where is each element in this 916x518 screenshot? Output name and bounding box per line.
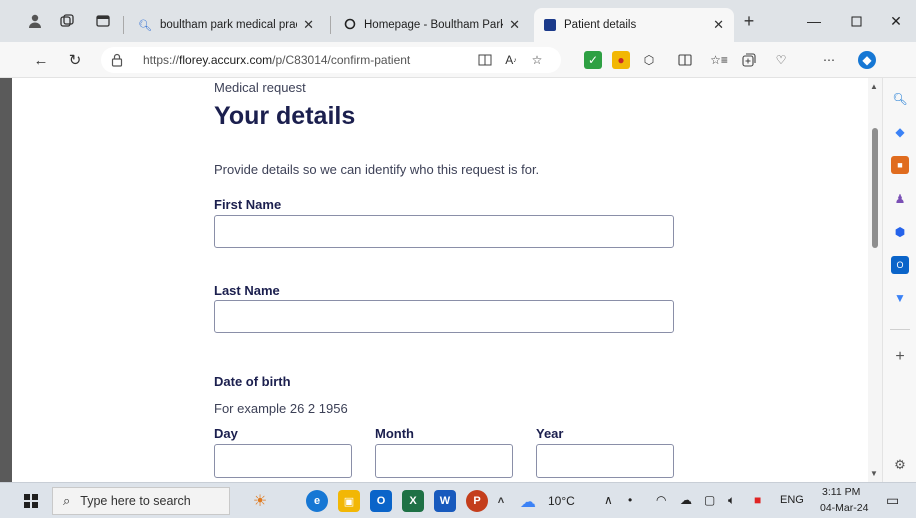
tab-search-results[interactable]: 🔍︎ boultham park medical practice ✕: [128, 8, 324, 42]
year-label: Year: [536, 426, 564, 441]
immersive-reader-icon[interactable]: [476, 51, 494, 69]
browser-toolbar: ← ↻ https://florey.accurx.com/p/C83014/c…: [0, 42, 916, 78]
windows-taskbar: ⌕ Type here to search ☀︎ e ▣ O X W P ˄ ☁…: [0, 482, 916, 518]
sidebar-separator: [890, 329, 910, 330]
powerpoint-icon[interactable]: P: [466, 490, 488, 512]
wifi-icon[interactable]: ◠: [656, 493, 666, 507]
last-name-label: Last Name: [214, 283, 280, 298]
date-of-birth-hint: For example 26 2 1956: [214, 401, 348, 416]
copilot-icon[interactable]: ◆: [858, 51, 876, 69]
sidebar-games-icon[interactable]: ♟: [891, 190, 909, 208]
scroll-thumb[interactable]: [872, 128, 878, 248]
month-label: Month: [375, 426, 414, 441]
edge-sidebar: 🔍︎ ◆ ■ ♟ ⬢ O ▼ + ⚙: [882, 78, 916, 482]
sidebar-add-icon[interactable]: +: [891, 348, 909, 366]
sidebar-shopping-tag-icon[interactable]: ◆: [891, 123, 909, 141]
input-language[interactable]: ENG: [780, 494, 804, 506]
refresh-icon[interactable]: ↻: [64, 50, 86, 70]
lock-icon: [111, 53, 123, 67]
tab-title: Patient details: [564, 19, 637, 31]
new-tab-icon[interactable]: +: [740, 11, 758, 31]
tab-homepage[interactable]: Homepage - Boultham Park Med ✕: [334, 8, 530, 42]
workspaces-icon[interactable]: [58, 12, 76, 30]
search-icon: 🔍︎: [138, 19, 152, 32]
tab-title: boultham park medical practice: [159, 19, 297, 31]
intro-text: Provide details so we can identify who t…: [214, 162, 540, 177]
notifications-icon[interactable]: ▭: [886, 492, 899, 509]
onedrive-cloud-icon[interactable]: ☁: [680, 493, 692, 507]
page-content: Medical request Your details Provide det…: [12, 78, 868, 482]
windows-start-icon[interactable]: [24, 494, 38, 508]
taskbar-search-placeholder: Type here to search: [80, 494, 191, 508]
url-text: https://florey.accurx.com/p/C83014/confi…: [143, 53, 411, 67]
sidebar-microsoft365-icon[interactable]: ⬢: [891, 223, 909, 241]
day-label: Day: [214, 426, 238, 441]
split-screen-icon[interactable]: [676, 51, 694, 69]
read-aloud-icon[interactable]: A ♪: [502, 51, 520, 69]
weather-temperature[interactable]: 10°C: [548, 494, 575, 508]
close-icon[interactable]: ✕: [713, 17, 724, 33]
page-eyebrow: Medical request: [214, 80, 306, 95]
first-name-label: First Name: [214, 197, 282, 212]
year-input[interactable]: [536, 444, 674, 478]
page-scrollbar[interactable]: ▲ ▼: [868, 78, 882, 482]
tab-separator: [330, 16, 331, 34]
pen-menu-icon[interactable]: •: [628, 493, 632, 507]
tab-separator: [123, 16, 124, 34]
favorite-star-icon[interactable]: ☆: [528, 51, 546, 69]
minimize-icon[interactable]: —: [794, 8, 834, 34]
first-name-input[interactable]: [214, 215, 674, 248]
last-name-input[interactable]: [214, 300, 674, 333]
sidebar-search-icon[interactable]: 🔍︎: [891, 90, 909, 108]
extensions-puzzle-icon[interactable]: ⬡: [640, 51, 658, 69]
page-title: Your details: [214, 102, 356, 130]
clock-date[interactable]: 04-Mar-24: [820, 502, 868, 514]
sidebar-tools-icon[interactable]: ■: [891, 156, 909, 174]
widgets-news-icon[interactable]: ☀︎: [240, 490, 280, 512]
tray-overflow-icon[interactable]: ∧: [604, 493, 613, 507]
close-icon[interactable]: ✕: [509, 17, 520, 33]
close-window-icon[interactable]: ✕: [876, 8, 916, 34]
outlook-icon[interactable]: O: [370, 490, 392, 512]
taskbar-search-box[interactable]: ⌕ Type here to search: [52, 487, 230, 515]
edge-browser-icon[interactable]: e: [306, 490, 328, 512]
excel-icon[interactable]: X: [402, 490, 424, 512]
clock-time[interactable]: 3:11 PM: [822, 486, 860, 498]
browser-essentials-icon[interactable]: ♡: [772, 51, 790, 69]
close-icon[interactable]: ✕: [303, 17, 314, 33]
collections-icon[interactable]: [740, 51, 758, 69]
site-favicon-icon: [344, 18, 356, 33]
browser-tab-strip: 🔍︎ boultham park medical practice ✕ Home…: [0, 0, 916, 42]
file-explorer-icon[interactable]: ▣: [338, 490, 360, 512]
tab-patient-details[interactable]: Patient details ✕: [534, 8, 734, 42]
search-icon: ⌕: [63, 493, 71, 508]
coupon-extension-icon[interactable]: ●: [612, 51, 630, 69]
weather-icon: ☁: [520, 494, 536, 511]
teams-status-icon[interactable]: ■: [754, 493, 761, 507]
maximize-icon[interactable]: [836, 8, 876, 34]
scroll-up-arrow-icon[interactable]: ▲: [870, 82, 878, 91]
accurx-favicon-icon: [544, 19, 556, 31]
date-of-birth-label: Date of birth: [214, 374, 291, 389]
tab-actions-icon[interactable]: [94, 12, 112, 30]
tab-title: Homepage - Boultham Park Med: [364, 19, 504, 31]
sidebar-drop-icon[interactable]: ▼: [891, 289, 909, 307]
more-options-icon[interactable]: ⋯: [820, 51, 838, 69]
volume-speaker-icon[interactable]: 🔈︎: [728, 493, 735, 508]
profile-icon[interactable]: [26, 12, 44, 30]
checkmark-extension-icon[interactable]: ✓: [584, 51, 602, 69]
sidebar-outlook-icon[interactable]: O: [891, 256, 909, 274]
favorites-list-icon[interactable]: ☆≡: [710, 51, 728, 69]
month-input[interactable]: [375, 444, 513, 478]
scroll-down-arrow-icon[interactable]: ▼: [870, 469, 878, 478]
back-arrow-icon[interactable]: ←: [30, 50, 52, 70]
network-icon[interactable]: ▢: [704, 493, 715, 507]
day-input[interactable]: [214, 444, 352, 478]
word-icon[interactable]: W: [434, 490, 456, 512]
sidebar-settings-gear-icon[interactable]: ⚙: [891, 456, 909, 474]
show-hidden-apps-icon[interactable]: ˄: [494, 490, 508, 512]
